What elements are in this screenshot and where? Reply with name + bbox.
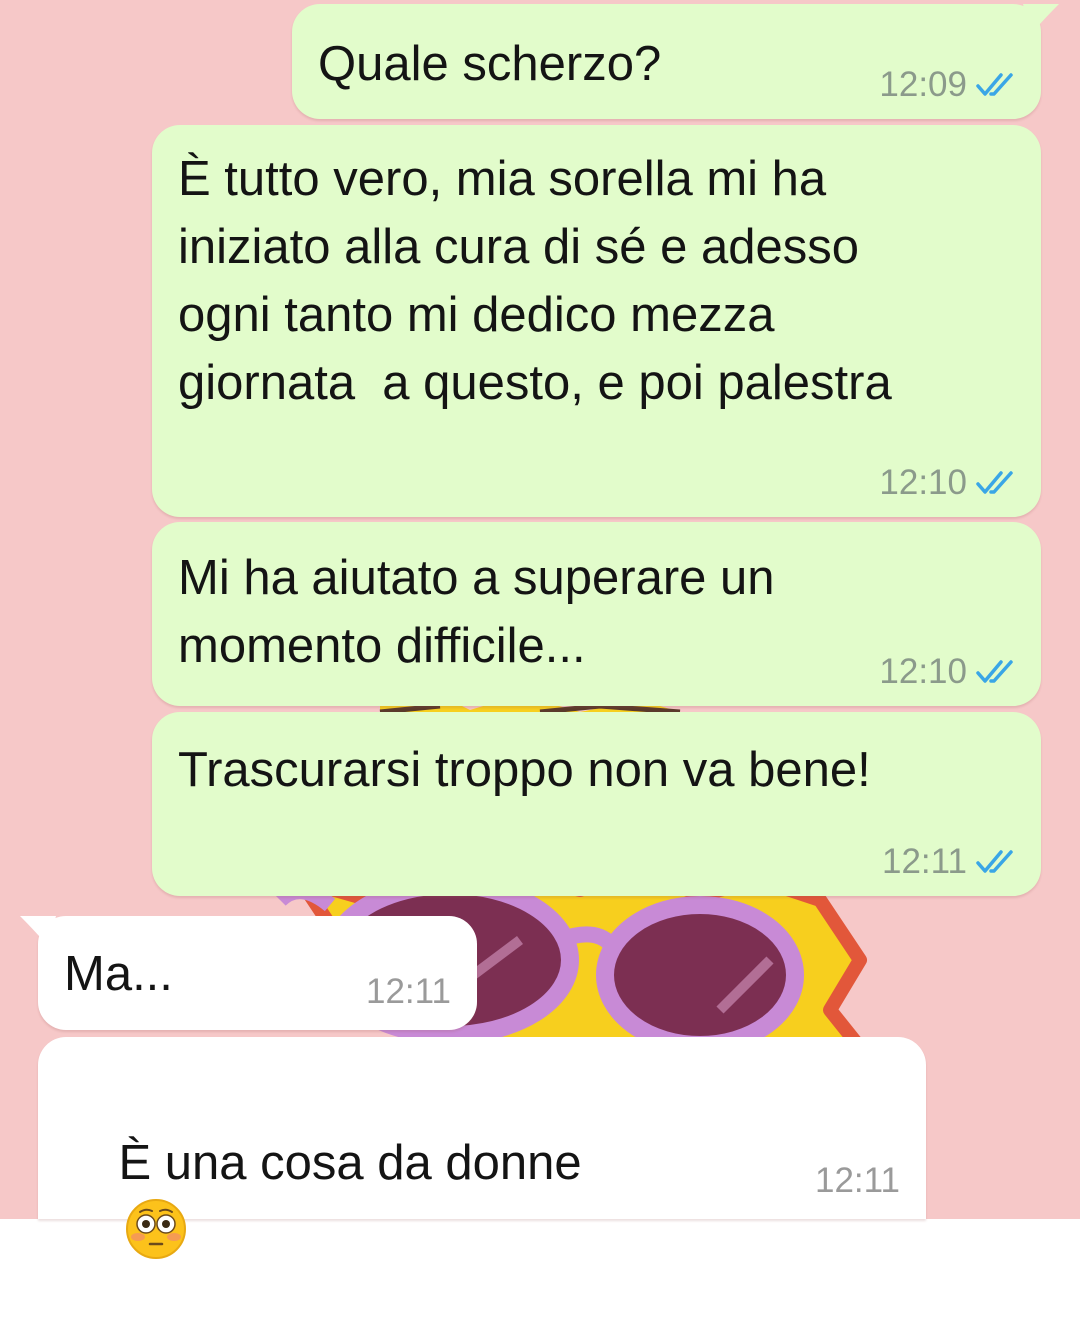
double-check-read-icon	[976, 850, 1013, 873]
double-check-read-icon	[976, 73, 1013, 96]
double-check-read-icon	[976, 660, 1013, 683]
message-text: Ma...	[64, 947, 173, 1001]
message-text: Quale scherzo?	[318, 37, 662, 91]
bubble-tail	[1023, 4, 1059, 34]
message-time: 12:11	[366, 972, 451, 1011]
message-time: 12:11	[815, 1161, 900, 1200]
message-time: 12:09	[879, 65, 967, 104]
outgoing-message-bubble[interactable]: Mi ha aiutato a superare un momento diff…	[152, 522, 1041, 706]
message-text: È tutto vero, mia sorella mi ha iniziato…	[178, 152, 892, 410]
double-check-read-icon	[976, 471, 1013, 494]
incoming-message-bubble[interactable]: È una cosa da donne 12:11	[38, 1037, 926, 1259]
message-text: È una cosa da donne	[118, 1136, 582, 1190]
message-text: Trascurarsi troppo non va bene!	[178, 743, 871, 797]
outgoing-message-bubble[interactable]: Quale scherzo? 12:09	[292, 4, 1059, 119]
incoming-message-bubble[interactable]: Ma... 12:11	[20, 916, 477, 1030]
message-time: 12:11	[882, 842, 967, 881]
message-time: 12:10	[879, 463, 967, 502]
flushed-face-emoji-icon	[126, 1199, 187, 1259]
outgoing-message-bubble[interactable]: Trascurarsi troppo non va bene! 12:11	[152, 712, 1041, 896]
message-text: Mi ha aiutato a superare un momento diff…	[178, 551, 775, 673]
message-time: 12:10	[879, 652, 967, 691]
outgoing-message-bubble[interactable]: È tutto vero, mia sorella mi ha iniziato…	[152, 125, 1041, 517]
bubble-tail	[20, 916, 56, 946]
message-content: È una cosa da donne	[64, 1061, 582, 1339]
